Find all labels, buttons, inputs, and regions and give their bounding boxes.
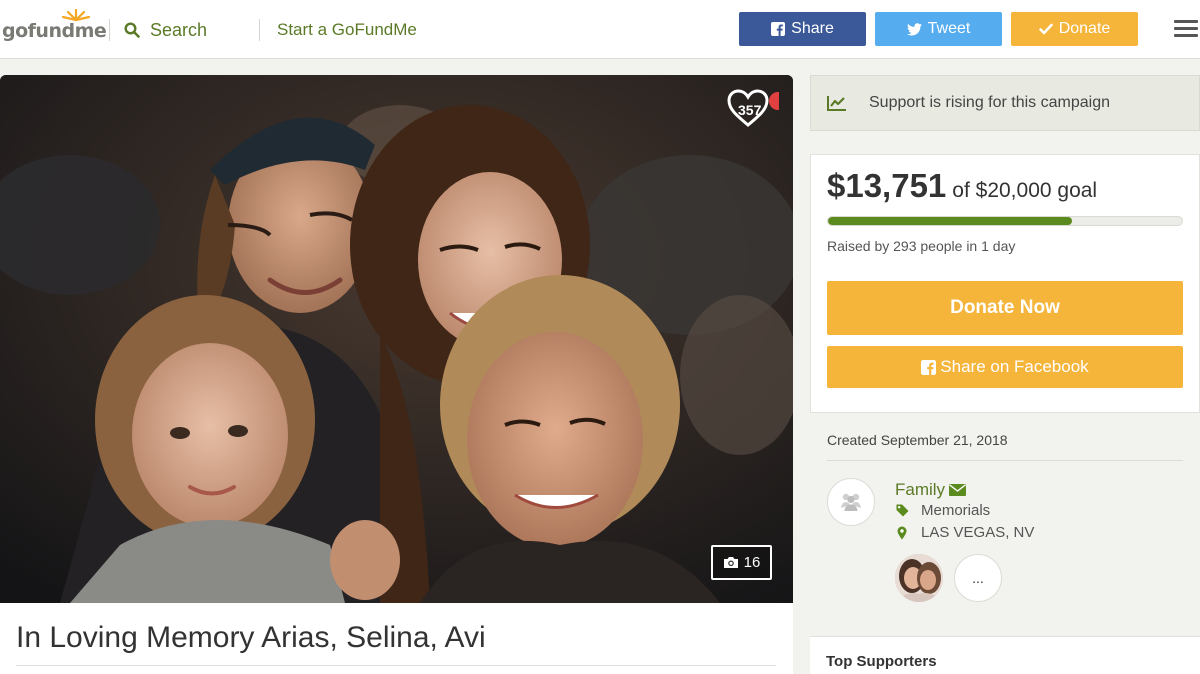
- facebook-icon: [771, 22, 786, 36]
- tag-icon: [896, 504, 908, 517]
- share-button[interactable]: Share: [739, 12, 866, 46]
- category-label: Memorials: [921, 502, 991, 519]
- campaign-category[interactable]: Memorials: [895, 502, 990, 519]
- donate-button-label: Donate: [1058, 20, 1111, 37]
- location-label: LAS VEGAS, NV: [921, 524, 1035, 541]
- organizer-name: Family: [895, 480, 946, 499]
- campaign-title-area: In Loving Memory Arias, Selina, Avi: [0, 603, 793, 674]
- check-icon: [1038, 23, 1053, 35]
- logo-text: gofundme: [2, 20, 107, 42]
- raised-amount: $13,751: [827, 167, 947, 204]
- sidebar-divider: [827, 460, 1183, 461]
- group-users-icon: [841, 493, 861, 511]
- more-team-members-button[interactable]: ...: [954, 554, 1002, 602]
- photo-count-label: 16: [743, 554, 761, 571]
- share-on-facebook-label: Share on Facebook: [940, 357, 1089, 376]
- support-rising-banner: Support is rising for this campaign: [810, 75, 1200, 131]
- search-link[interactable]: Search: [124, 18, 207, 42]
- funding-progress-bar: [827, 216, 1183, 226]
- tweet-button[interactable]: Tweet: [875, 12, 1002, 46]
- search-icon: [124, 22, 140, 38]
- twitter-icon: [906, 22, 922, 35]
- search-label: Search: [150, 19, 208, 40]
- donate-now-button[interactable]: Donate Now: [827, 281, 1183, 335]
- organizer-name-link[interactable]: Family: [895, 480, 967, 500]
- header-divider: [109, 19, 110, 41]
- header-divider: [259, 19, 260, 41]
- hamburger-menu-icon[interactable]: [1174, 20, 1198, 38]
- campaign-title: In Loving Memory Arias, Selina, Avi: [16, 621, 486, 654]
- campaign-photo-illustration: [0, 75, 793, 603]
- funding-progress-fill: [828, 217, 1073, 225]
- camera-icon: [723, 557, 738, 568]
- share-on-facebook-button[interactable]: Share on Facebook: [827, 346, 1183, 388]
- tweet-button-label: Tweet: [927, 20, 971, 37]
- photo-gallery-button[interactable]: 16: [711, 545, 772, 580]
- donation-card: $13,751 of $20,000 goal Raised by 293 pe…: [810, 154, 1200, 413]
- envelope-icon[interactable]: [949, 484, 967, 496]
- map-pin-icon: [897, 526, 907, 539]
- goal-text: of $20,000 goal: [952, 179, 1098, 202]
- gofundme-logo[interactable]: gofundme: [2, 8, 107, 42]
- title-divider: [16, 665, 776, 666]
- donate-button[interactable]: Donate: [1011, 12, 1138, 46]
- top-supporters-card: Top Supporters: [810, 636, 1200, 674]
- team-member-avatar[interactable]: [895, 554, 943, 602]
- share-button-label: Share: [791, 20, 834, 37]
- campaign-location: LAS VEGAS, NV: [895, 524, 1034, 541]
- facebook-icon: [921, 359, 937, 375]
- team-member-photo: [895, 554, 943, 602]
- created-date: Created September 21, 2018: [827, 432, 1008, 448]
- start-gofundme-link[interactable]: Start a GoFundMe: [277, 20, 417, 40]
- organizer-avatar[interactable]: [827, 478, 875, 526]
- trending-chart-icon: [827, 96, 846, 111]
- support-rising-text: Support is rising for this campaign: [869, 94, 1110, 111]
- top-supporters-heading: Top Supporters: [826, 653, 937, 670]
- raised-by-text: Raised by 293 people in 1 day: [827, 238, 1016, 254]
- raised-summary: $13,751 of $20,000 goal: [827, 167, 1097, 205]
- heart-count: 357: [738, 102, 762, 118]
- top-header: gofundme Search Start a GoFundMe Share T…: [0, 0, 1200, 59]
- campaign-photo[interactable]: [0, 75, 793, 603]
